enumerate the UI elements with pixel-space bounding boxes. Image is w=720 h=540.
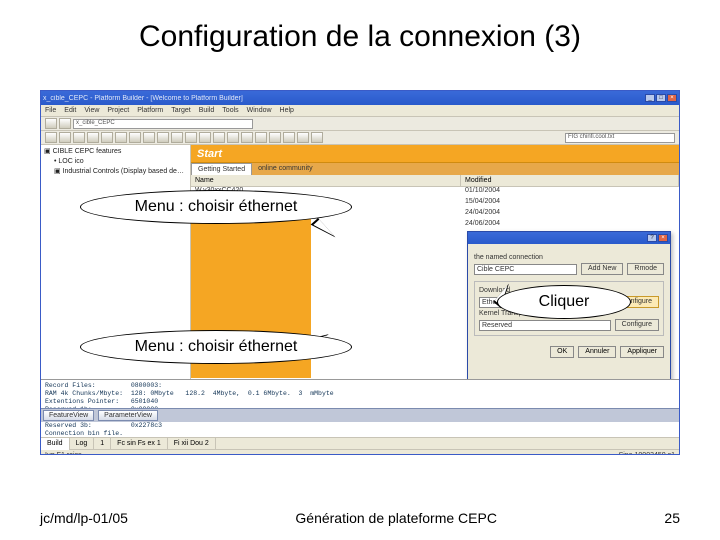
menu-help[interactable]: Help bbox=[280, 107, 294, 114]
named-connection-label: the named connection bbox=[474, 254, 664, 261]
tb-icon-3[interactable] bbox=[73, 132, 85, 143]
close-icon[interactable]: × bbox=[667, 94, 677, 102]
maximize-icon[interactable]: □ bbox=[656, 94, 666, 102]
tb-icon-20[interactable] bbox=[311, 132, 323, 143]
callout-menu-1: Menu : choisir éthernet bbox=[80, 190, 352, 224]
configure-transport-button[interactable]: Configure bbox=[615, 319, 659, 331]
footer-page-number: 25 bbox=[664, 510, 680, 526]
tb-icon-9[interactable] bbox=[157, 132, 169, 143]
apply-button[interactable]: Appliquer bbox=[620, 346, 664, 358]
window-controls: _ □ × bbox=[645, 94, 677, 102]
menu-platform[interactable]: Platform bbox=[137, 107, 163, 114]
menu-view[interactable]: View bbox=[84, 107, 99, 114]
tree-item-1[interactable]: • LOC ico bbox=[44, 157, 187, 167]
menu-tools[interactable]: Tools bbox=[222, 107, 238, 114]
slide-footer: jc/md/lp-01/05 Génération de plateforme … bbox=[40, 510, 680, 526]
toolbar-right-combo[interactable]: FIG chinfi.cool.txt bbox=[565, 133, 675, 143]
pane-taskbar: FeatureView ParameterView bbox=[41, 408, 679, 422]
tab-3[interactable]: 1 bbox=[94, 438, 111, 450]
tab-5[interactable]: Fi xii Dou 2 bbox=[168, 438, 216, 450]
menu-project[interactable]: Project bbox=[107, 107, 129, 114]
featureview-button[interactable]: FeatureView bbox=[43, 410, 94, 421]
menu-build[interactable]: Build bbox=[199, 107, 215, 114]
tb-icon-11[interactable] bbox=[185, 132, 197, 143]
named-connection-combo[interactable]: Cible CEPC bbox=[474, 264, 577, 275]
tb-icon-14[interactable] bbox=[227, 132, 239, 143]
tb-icon-16[interactable] bbox=[255, 132, 267, 143]
callout-menu-2: Menu : choisir éthernet bbox=[80, 330, 352, 364]
menu-edit[interactable]: Edit bbox=[64, 107, 76, 114]
menu-window[interactable]: Window bbox=[247, 107, 272, 114]
tab-build[interactable]: Build bbox=[41, 438, 70, 450]
footer-left: jc/md/lp-01/05 bbox=[40, 510, 128, 526]
menu-file[interactable]: File bbox=[45, 107, 56, 114]
ok-button[interactable]: OK bbox=[550, 346, 574, 358]
col-modified[interactable]: Modified bbox=[461, 175, 679, 186]
tab-getting-started[interactable]: Getting Started bbox=[191, 163, 252, 175]
slide-title: Configuration de la connexion (3) bbox=[0, 20, 720, 54]
col-name[interactable]: Name bbox=[191, 175, 461, 186]
tree-item-2[interactable]: ▣ Industrial Controls (Display based dev… bbox=[44, 167, 187, 177]
window-title-text: x_cible_CEPC - Platform Builder - [Welco… bbox=[43, 95, 243, 102]
nav-back-icon[interactable] bbox=[45, 118, 57, 129]
parameterview-button[interactable]: ParameterView bbox=[98, 410, 158, 421]
footer-center: Génération de plateforme CEPC bbox=[128, 510, 664, 526]
screenshot-window: x_cible_CEPC - Platform Builder - [Welco… bbox=[40, 90, 680, 455]
tb-icon-17[interactable] bbox=[269, 132, 281, 143]
tb-icon-10[interactable] bbox=[171, 132, 183, 143]
output-tabs: Build Log 1 Fc sin Fs ex 1 Fi xii Dou 2 bbox=[41, 437, 679, 449]
dialog-titlebar: ?× bbox=[468, 232, 670, 244]
device-combo[interactable]: x_cible_CEPC bbox=[73, 119, 253, 129]
menu-bar[interactable]: File Edit View Project Platform Target B… bbox=[41, 105, 679, 117]
callout-click: Cliquer bbox=[497, 285, 631, 319]
tb-icon-6[interactable] bbox=[115, 132, 127, 143]
tb-icon-7[interactable] bbox=[129, 132, 141, 143]
dialog-close-icon[interactable]: × bbox=[658, 234, 668, 242]
tb-icon-8[interactable] bbox=[143, 132, 155, 143]
add-new-button[interactable]: Add New bbox=[581, 263, 623, 275]
remove-button[interactable]: Rmode bbox=[627, 263, 664, 275]
tb-icon-19[interactable] bbox=[297, 132, 309, 143]
window-titlebar: x_cible_CEPC - Platform Builder - [Welco… bbox=[41, 91, 679, 105]
status-bar: Iup F1 reiss. Sina 10003450.s1 bbox=[41, 449, 679, 455]
start-banner: Start bbox=[191, 145, 679, 163]
cancel-button[interactable]: Annuler bbox=[578, 346, 616, 358]
status-left: Iup F1 reiss. bbox=[45, 452, 84, 455]
dialog-help-icon[interactable]: ? bbox=[647, 234, 657, 242]
transport-combo[interactable]: Reserved bbox=[479, 320, 611, 331]
tab-log[interactable]: Log bbox=[70, 438, 95, 450]
toolbar-main: FIG chinfi.cool.txt bbox=[41, 131, 679, 145]
tb-icon-5[interactable] bbox=[101, 132, 113, 143]
tb-icon-4[interactable] bbox=[87, 132, 99, 143]
menu-target[interactable]: Target bbox=[171, 107, 190, 114]
grid-header: Name Modified bbox=[191, 175, 679, 187]
tab-community[interactable]: online community bbox=[252, 163, 318, 175]
toolbar-device: x_cible_CEPC bbox=[41, 117, 679, 131]
tab-4[interactable]: Fc sin Fs ex 1 bbox=[111, 438, 168, 450]
nav-fwd-icon[interactable] bbox=[59, 118, 71, 129]
minimize-icon[interactable]: _ bbox=[645, 94, 655, 102]
status-right: Sina 10003450.s1 bbox=[619, 452, 675, 455]
start-tabs: Getting Started online community bbox=[191, 163, 679, 175]
tb-icon-13[interactable] bbox=[213, 132, 225, 143]
tb-icon-2[interactable] bbox=[59, 132, 71, 143]
tb-icon-18[interactable] bbox=[283, 132, 295, 143]
tb-icon-15[interactable] bbox=[241, 132, 253, 143]
tb-icon-1[interactable] bbox=[45, 132, 57, 143]
tb-icon-12[interactable] bbox=[199, 132, 211, 143]
tree-root[interactable]: ▣ CIBLE CEPC features bbox=[44, 147, 187, 157]
